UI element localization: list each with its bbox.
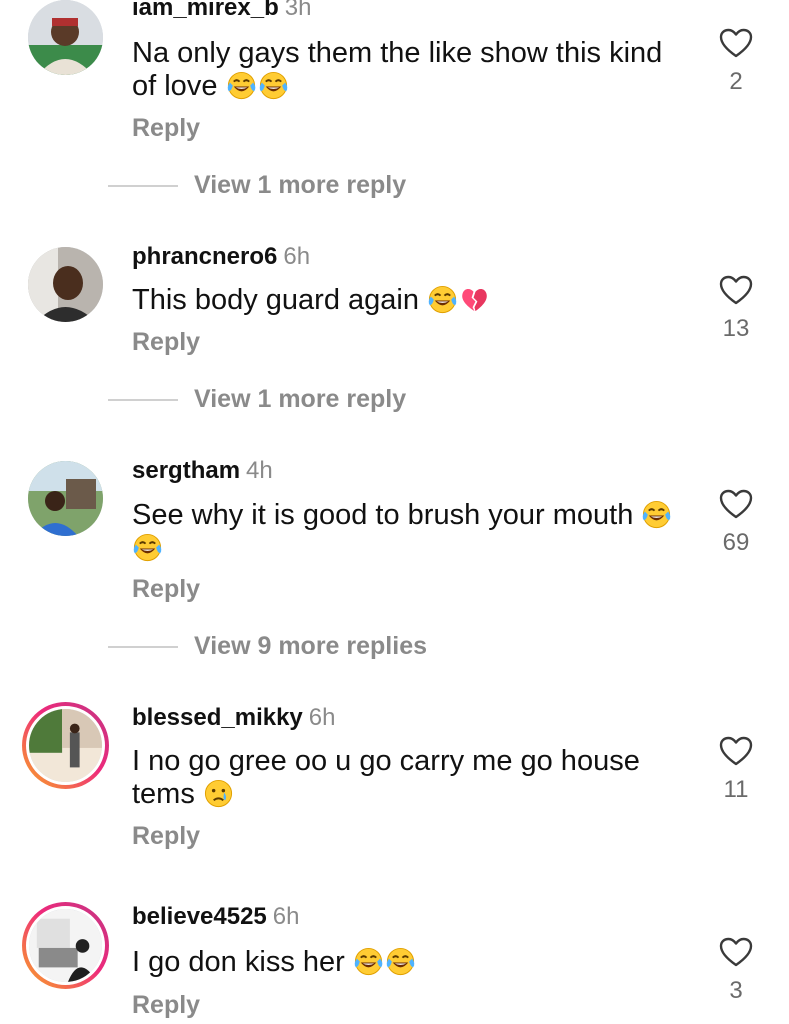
avatar-photo xyxy=(28,461,103,536)
crying-face-emoji-icon xyxy=(203,778,234,809)
heart-icon[interactable] xyxy=(712,937,760,967)
divider-line xyxy=(108,399,178,402)
laughing-tears-emoji-icon xyxy=(385,946,416,977)
comment-time: 6h xyxy=(283,243,311,270)
comment-time: 6h xyxy=(272,903,300,930)
reply-button[interactable]: Reply xyxy=(132,575,200,604)
like-count: 13 xyxy=(722,315,750,342)
heart-icon[interactable] xyxy=(712,489,760,519)
comment-username[interactable]: sergtham xyxy=(132,457,240,484)
avatar xyxy=(26,706,105,785)
view-more-label: View 1 more reply xyxy=(194,171,407,199)
heart-icon[interactable] xyxy=(712,275,760,305)
broken-heart-emoji-icon xyxy=(459,284,490,315)
like-control: 11 xyxy=(712,736,760,804)
view-more-replies[interactable]: View 1 more reply xyxy=(108,385,406,414)
comment-text-block: See why it is good to brush your mouth xyxy=(132,499,692,565)
avatar-photo xyxy=(28,0,103,75)
laughing-tears-emoji-icon xyxy=(258,70,289,101)
like-count: 69 xyxy=(722,529,750,556)
comment-time: 3h xyxy=(284,0,312,21)
comment-username[interactable]: iam_mirex_b xyxy=(132,0,279,21)
like-control: 2 xyxy=(712,28,760,96)
comment-text: Na only gays them the like show this kin… xyxy=(132,37,663,102)
reply-button[interactable]: Reply xyxy=(132,991,200,1020)
view-more-label: View 9 more replies xyxy=(194,632,427,660)
view-more-replies[interactable]: View 1 more reply xyxy=(108,171,406,200)
avatar-story-ring[interactable] xyxy=(22,902,109,989)
comment-text: This body guard again xyxy=(132,284,419,316)
comment-time: 4h xyxy=(246,457,273,484)
avatar xyxy=(26,906,105,985)
heart-icon[interactable] xyxy=(712,736,760,766)
heart-icon[interactable] xyxy=(712,28,760,58)
comment-text-block: Na only gays them the like show this kin… xyxy=(132,37,692,103)
reply-button[interactable]: Reply xyxy=(132,114,200,143)
like-count: 3 xyxy=(729,977,743,1004)
like-control: 3 xyxy=(712,937,760,1005)
avatar-photo xyxy=(29,909,102,982)
laughing-tears-emoji-icon xyxy=(427,284,458,315)
avatar[interactable] xyxy=(28,0,103,75)
view-more-label: View 1 more reply xyxy=(194,385,407,413)
like-count: 11 xyxy=(723,776,749,803)
like-control: 69 xyxy=(712,489,760,557)
reply-button[interactable]: Reply xyxy=(132,328,200,357)
comment-username[interactable]: phrancnero6 xyxy=(132,243,277,270)
comment-text: See why it is good to brush your mouth xyxy=(132,499,634,531)
comment-username[interactable]: blessed_mikky xyxy=(132,704,303,731)
avatar-story-ring[interactable] xyxy=(22,702,109,789)
avatar-photo xyxy=(28,247,103,322)
laughing-tears-emoji-icon xyxy=(353,946,384,977)
laughing-tears-emoji-icon xyxy=(226,70,257,101)
comment-time: 6h xyxy=(308,704,336,731)
divider-line xyxy=(108,646,178,649)
avatar[interactable] xyxy=(28,247,103,322)
laughing-tears-emoji-icon xyxy=(641,499,672,530)
comment-username[interactable]: believe4525 xyxy=(132,903,267,930)
reply-button[interactable]: Reply xyxy=(132,822,200,851)
avatar-photo xyxy=(29,709,102,782)
comment-text-block: This body guard again xyxy=(132,284,692,317)
comment-text: I go don kiss her xyxy=(132,946,345,978)
view-more-replies[interactable]: View 9 more replies xyxy=(108,632,427,661)
like-count: 2 xyxy=(729,68,743,95)
avatar[interactable] xyxy=(28,461,103,536)
comment-text-block: I go don kiss her xyxy=(132,946,692,979)
laughing-tears-emoji-icon xyxy=(132,532,163,563)
like-control: 13 xyxy=(712,275,760,343)
divider-line xyxy=(108,185,178,188)
comment-text-block: I no go gree oo u go carry me go house t… xyxy=(132,745,692,811)
